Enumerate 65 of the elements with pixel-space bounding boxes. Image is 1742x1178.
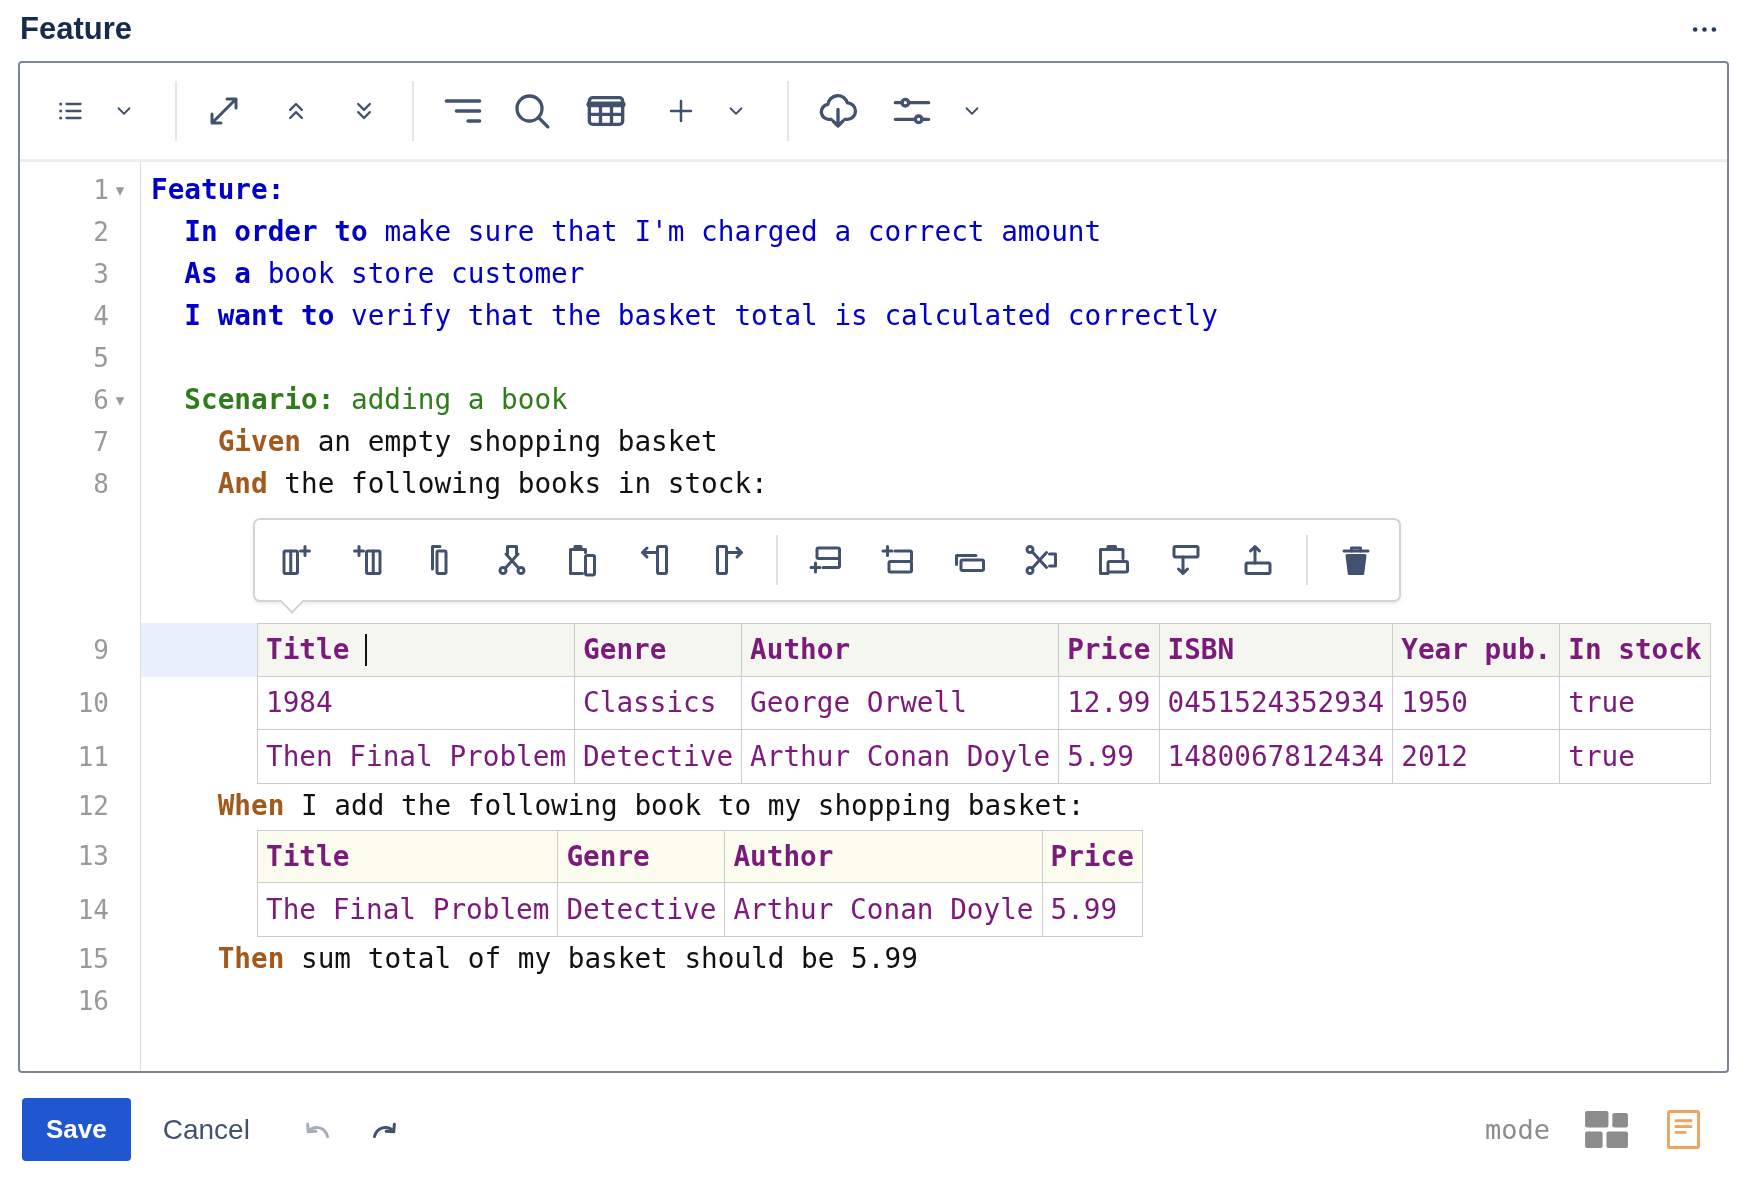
save-button[interactable]: Save <box>22 1098 131 1161</box>
table-cell: true <box>1560 676 1711 730</box>
code-line: Given an empty shopping basket <box>217 425 718 458</box>
search-icon[interactable] <box>512 91 552 131</box>
column-header-cell: Genre <box>575 623 743 677</box>
code-line: Feature: <box>151 173 285 206</box>
table-cell: 1984 <box>257 676 576 730</box>
table-cell: 5.99 <box>1059 730 1160 784</box>
code-line: In order to make sure that I'm charged a correct amount <box>184 215 1102 248</box>
line-number: 12 <box>77 789 109 823</box>
column-header-cell: Price <box>1042 829 1143 883</box>
table-cell: Arthur Conan Doyle <box>725 883 1043 937</box>
cloud-download-icon[interactable] <box>818 91 858 131</box>
line-number: 10 <box>77 688 109 719</box>
code-line: And the following books in stock: <box>217 467 768 500</box>
table-cell: 12.99 <box>1059 676 1160 730</box>
code-line: Then sum total of my basket should be 5.99 <box>217 941 918 975</box>
line-number: 4 <box>93 300 109 333</box>
redo-icon[interactable] <box>370 1120 399 1139</box>
table-cell: 1950 <box>1393 676 1561 730</box>
line-number: 3 <box>93 258 109 291</box>
mode-label: mode <box>1484 1114 1550 1145</box>
table-cell: George Orwell <box>742 676 1060 730</box>
column-header-cell: Genre <box>558 829 726 883</box>
line-number: 5 <box>93 342 109 375</box>
scissors-row-icon[interactable] <box>1024 542 1060 578</box>
line-number: 14 <box>77 894 109 925</box>
column-header-cell: ISBN <box>1159 623 1394 677</box>
table-cell: true <box>1560 730 1711 784</box>
tiles-icon[interactable] <box>1585 1111 1628 1148</box>
code-line: As a book store customer <box>184 257 585 290</box>
table-cell: Classics <box>575 676 743 730</box>
table-cell: 0451524352934 <box>1159 676 1394 730</box>
line-number: 15 <box>77 942 109 976</box>
code-line: I want to verify that the basket total is calculated correctly <box>184 299 1218 332</box>
line-number: 8 <box>93 468 109 501</box>
line-number: 9 <box>93 634 109 665</box>
more-icon[interactable] <box>1692 25 1717 33</box>
column-header-cell: Price <box>1059 623 1160 677</box>
line-number: 13 <box>77 841 109 872</box>
table-cell: 2012 <box>1393 730 1561 784</box>
column-header-cell: Author <box>725 829 1043 883</box>
line-number: 1 <box>93 174 109 207</box>
table-cell: Then Final Problem <box>257 730 576 784</box>
line-number: 2 <box>93 216 109 249</box>
column-header-cell: In stock <box>1560 623 1711 677</box>
table-cell: The Final Problem <box>257 883 559 937</box>
column-header-cell: Year pub. <box>1393 623 1561 677</box>
clipboard-row-icon[interactable] <box>1096 542 1132 578</box>
line-number: 11 <box>77 741 109 772</box>
line-number: 6 <box>93 384 109 417</box>
line-number: 7 <box>93 426 109 459</box>
code-line: When I add the following book to my shopping basket: <box>217 788 1085 822</box>
page-title: Feature <box>20 11 132 47</box>
column-header-cell: Author <box>742 623 1060 677</box>
cancel-button[interactable]: Cancel <box>152 1104 260 1155</box>
table-cell: 5.99 <box>1042 883 1143 937</box>
table-cell: 1480067812434 <box>1159 730 1394 784</box>
column-header-cell: Title <box>257 829 559 883</box>
table-cell: Arthur Conan Doyle <box>742 730 1060 784</box>
table-cell: Detective <box>575 730 743 784</box>
code-line: Scenario: adding a book <box>184 383 568 416</box>
table-cell: Detective <box>558 883 726 937</box>
column-header-text: Title <box>266 633 350 667</box>
line-number: 16 <box>77 984 109 1018</box>
